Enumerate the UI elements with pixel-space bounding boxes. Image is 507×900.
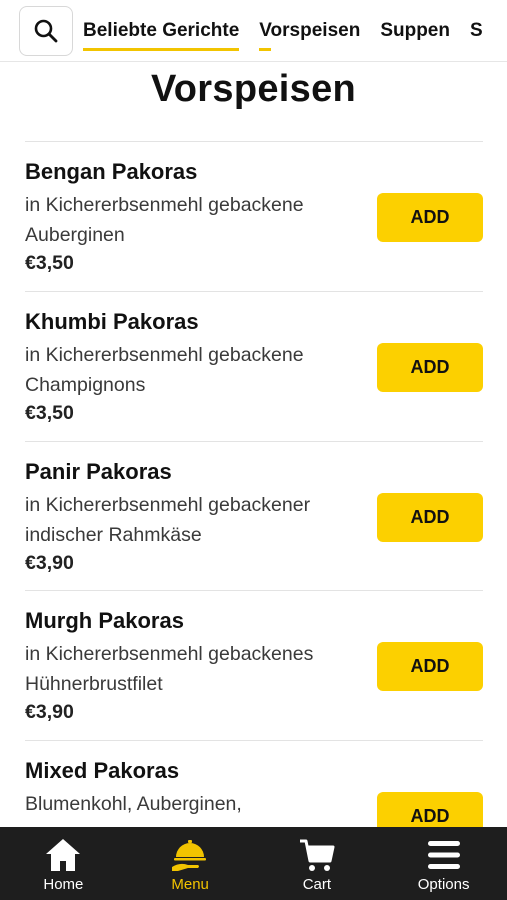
menu-serving-icon — [172, 840, 207, 871]
nav-options[interactable]: Options — [380, 827, 507, 900]
item-description: Blumenkohl, Auberginen, — [25, 790, 355, 820]
tab-suppen[interactable]: Suppen — [380, 20, 450, 42]
tab-label: Suppen — [380, 20, 450, 41]
item-price: €3,90 — [25, 552, 74, 574]
item-price: €3,90 — [25, 701, 74, 723]
add-button[interactable]: ADD — [377, 792, 483, 827]
tab-next[interactable]: S — [470, 20, 483, 42]
add-button[interactable]: ADD — [377, 493, 483, 542]
category-tabs: Beliebte Gerichte Vorspeisen Suppen S — [83, 0, 503, 61]
menu-item: Panir Pakoras in Kichererbsenmehl geback… — [0, 442, 507, 592]
item-desc-line: in Kichererbsenmehl gebackene — [25, 194, 304, 216]
tab-vorspeisen[interactable]: Vorspeisen — [259, 20, 361, 51]
add-button[interactable]: ADD — [377, 193, 483, 242]
tab-underline — [259, 48, 272, 51]
tab-beliebte-gerichte[interactable]: Beliebte Gerichte — [83, 20, 240, 51]
bottom-nav: Home Menu Cart Options — [0, 827, 507, 900]
home-icon — [46, 839, 81, 871]
tab-label: S — [469, 20, 483, 41]
tab-label: Beliebte Gerichte — [83, 20, 240, 41]
menu-item: Mixed Pakoras Blumenkohl, Auberginen, AD… — [0, 741, 507, 827]
item-name: Mixed Pakoras — [25, 758, 180, 783]
search-button[interactable] — [19, 6, 73, 56]
category-bar: Beliebte Gerichte Vorspeisen Suppen S — [0, 0, 507, 62]
nav-label: Cart — [302, 876, 332, 893]
nav-menu[interactable]: Menu — [127, 827, 254, 900]
nav-label: Menu — [171, 876, 209, 893]
nav-label: Options — [417, 876, 470, 893]
search-icon — [34, 19, 58, 43]
item-desc-line: indischer Rahmkäse — [25, 523, 202, 546]
menu-item: Bengan Pakoras in Kichererbsenmehl gebac… — [0, 142, 507, 292]
nav-cart[interactable]: Cart — [254, 827, 381, 900]
item-name: Murgh Pakoras — [25, 608, 184, 633]
cart-icon — [299, 839, 335, 871]
page-title: Vorspeisen — [150, 68, 357, 110]
hamburger-icon — [427, 841, 460, 869]
add-button[interactable]: ADD — [377, 343, 483, 392]
tab-underline — [83, 48, 240, 51]
tab-label: Vorspeisen — [259, 20, 361, 41]
item-desc-line: in Kichererbsenmehl gebackene — [25, 344, 304, 366]
item-description: in Kichererbsenmehl gebackene Champignon… — [25, 341, 355, 400]
item-desc-line: Hühnerbrustfilet — [25, 672, 163, 695]
item-description: in Kichererbsenmehl gebackenes Hühnerbru… — [25, 640, 355, 699]
item-price: €3,50 — [25, 402, 74, 424]
item-desc-line: Champignons — [25, 373, 146, 396]
item-desc-line: in Kichererbsenmehl gebackenes — [25, 643, 314, 665]
item-price: €3,50 — [25, 252, 74, 274]
item-name: Bengan Pakoras — [25, 159, 198, 184]
add-button[interactable]: ADD — [377, 642, 483, 691]
menu-item: Khumbi Pakoras in Kichererbsenmehl gebac… — [0, 292, 507, 442]
item-name: Khumbi Pakoras — [25, 309, 199, 334]
item-description: in Kichererbsenmehl gebackener indischer… — [25, 491, 355, 550]
item-desc-line: Auberginen — [25, 223, 125, 246]
nav-home[interactable]: Home — [0, 827, 127, 900]
item-desc-line: in Kichererbsenmehl gebackener — [25, 494, 311, 516]
item-desc-line: Blumenkohl, Auberginen, — [25, 793, 242, 815]
menu-list: Vorspeisen Bengan Pakoras in Kichererbse… — [0, 62, 507, 827]
menu-item: Murgh Pakoras in Kichererbsenmehl geback… — [0, 591, 507, 741]
nav-label: Home — [43, 876, 84, 893]
item-name: Panir Pakoras — [25, 459, 172, 484]
item-description: in Kichererbsenmehl gebackene Auberginen — [25, 191, 355, 250]
